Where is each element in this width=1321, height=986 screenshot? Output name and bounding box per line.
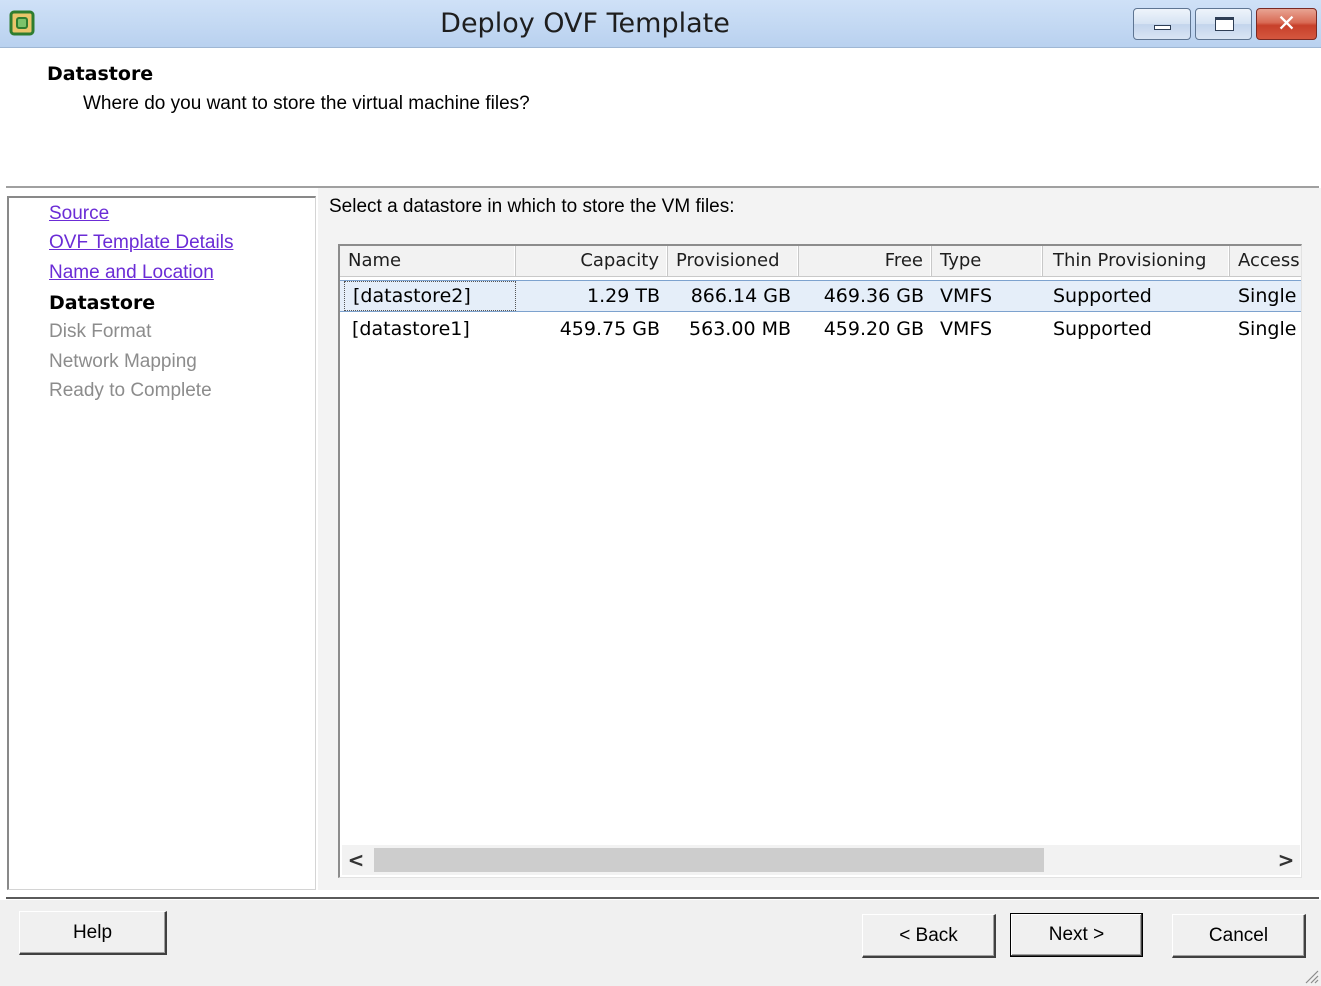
cancel-button[interactable]: Cancel xyxy=(1172,914,1306,958)
wizard-steps-panel: Source OVF Template Details Name and Loc… xyxy=(7,196,316,890)
cell-type: VMFS xyxy=(940,318,993,340)
column-header-provisioned[interactable]: Provisioned xyxy=(668,246,799,276)
back-button[interactable]: < Back xyxy=(862,914,996,958)
scroll-left-icon[interactable]: < xyxy=(342,845,370,875)
step-link-source[interactable]: Source xyxy=(49,203,109,225)
instruction-text: Select a datastore in which to store the… xyxy=(329,196,735,217)
horizontal-scrollbar[interactable]: < > xyxy=(342,845,1300,875)
step-link-ovf-template-details[interactable]: OVF Template Details xyxy=(49,232,233,254)
next-button[interactable]: Next > xyxy=(1010,913,1143,957)
title-bar[interactable]: Deploy OVF Template ✕ xyxy=(0,0,1321,48)
maximize-button[interactable] xyxy=(1195,8,1252,40)
close-button[interactable]: ✕ xyxy=(1256,8,1317,40)
cell-name: [datastore1] xyxy=(352,318,470,340)
step-disk-format: Disk Format xyxy=(49,321,152,342)
column-header-free[interactable]: Free xyxy=(799,246,932,276)
step-link-name-and-location[interactable]: Name and Location xyxy=(49,262,214,284)
scroll-right-icon[interactable]: > xyxy=(1272,845,1300,875)
cell-capacity: 459.75 GB xyxy=(559,318,660,340)
cell-name: [datastore2] xyxy=(344,281,516,311)
column-header-access[interactable]: Access xyxy=(1230,246,1301,276)
resize-grip-icon[interactable] xyxy=(1303,968,1319,984)
cell-access: Single xyxy=(1238,285,1297,307)
column-header-name[interactable]: Name xyxy=(340,246,516,276)
minimize-icon xyxy=(1154,25,1171,30)
step-title: Datastore xyxy=(47,63,154,85)
cell-thin-provisioning: Supported xyxy=(1053,318,1152,340)
maximize-icon xyxy=(1215,17,1234,31)
table-row[interactable]: [datastore2] 1.29 TB 866.14 GB 469.36 GB… xyxy=(340,280,1301,312)
column-header-type[interactable]: Type xyxy=(932,246,1043,276)
cell-access: Single xyxy=(1238,318,1297,340)
cell-thin-provisioning: Supported xyxy=(1053,285,1152,307)
table-header: Name Capacity Provisioned Free Type Thin… xyxy=(340,246,1301,277)
window-title: Deploy OVF Template xyxy=(440,8,730,39)
step-network-mapping: Network Mapping xyxy=(49,351,197,372)
close-icon: ✕ xyxy=(1276,11,1297,37)
cell-free: 459.20 GB xyxy=(823,318,924,340)
column-header-thin-provisioning[interactable]: Thin Provisioning xyxy=(1043,246,1230,276)
cell-provisioned: 563.00 MB xyxy=(689,318,791,340)
step-ready-to-complete: Ready to Complete xyxy=(49,380,212,401)
datastore-table[interactable]: Name Capacity Provisioned Free Type Thin… xyxy=(338,244,1302,878)
cell-type: VMFS xyxy=(940,285,993,307)
minimize-button[interactable] xyxy=(1133,8,1191,40)
scrollbar-thumb[interactable] xyxy=(374,848,1044,872)
help-button[interactable]: Help xyxy=(19,911,167,955)
cell-capacity: 1.29 TB xyxy=(587,285,660,307)
step-current-datastore: Datastore xyxy=(49,292,156,314)
cell-free: 469.36 GB xyxy=(823,285,924,307)
column-header-capacity[interactable]: Capacity xyxy=(516,246,668,276)
table-row[interactable]: [datastore1] 459.75 GB 563.00 MB 459.20 … xyxy=(340,314,1301,346)
step-subtitle: Where do you want to store the virtual m… xyxy=(83,93,530,114)
cell-provisioned: 866.14 GB xyxy=(690,285,791,307)
